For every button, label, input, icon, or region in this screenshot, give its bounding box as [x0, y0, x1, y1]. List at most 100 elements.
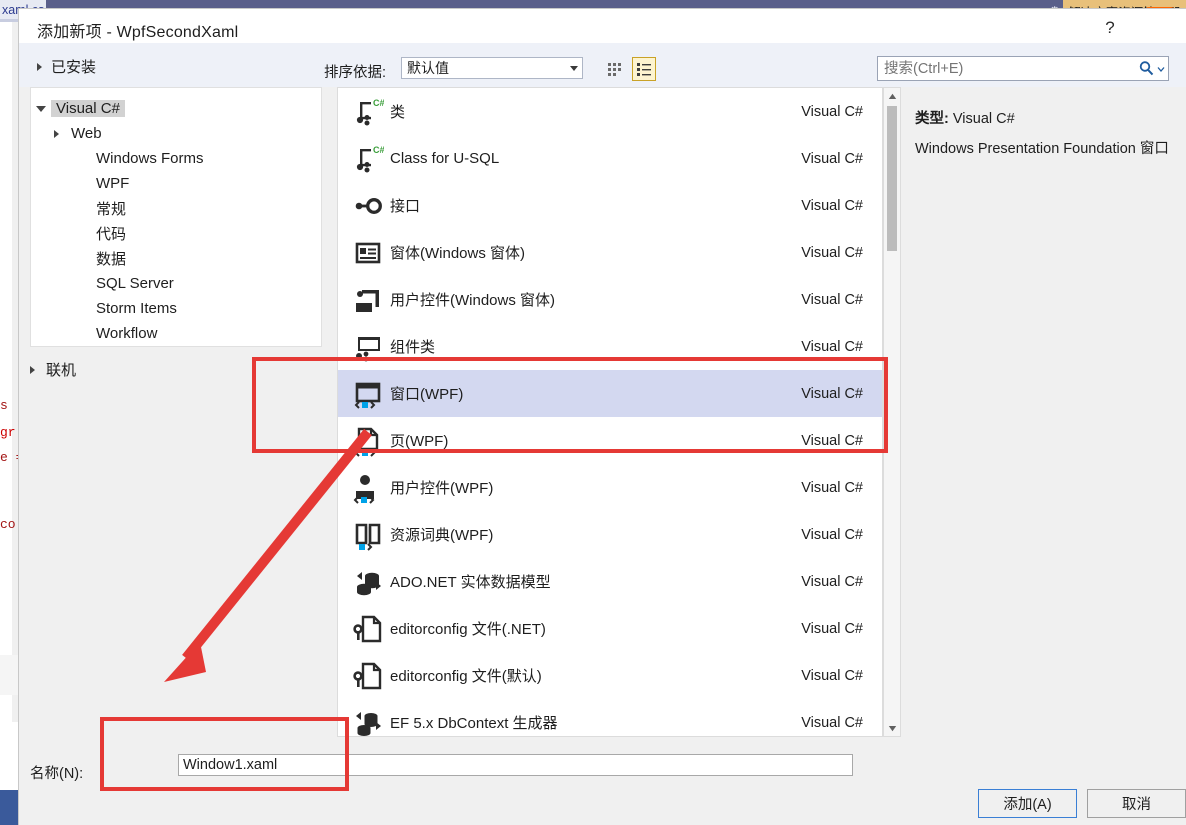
interface-icon	[355, 197, 382, 214]
template-name: 窗体(Windows 窗体)	[390, 245, 526, 262]
template-name: 组件类	[390, 339, 436, 356]
template-row[interactable]: 窗体(Windows 窗体) Visual C#	[338, 229, 882, 276]
categories-tree-panel: Visual C# Web Windows Forms WPF 常规代码数据 SQL Se…	[30, 87, 322, 347]
tree-expander[interactable]	[31, 105, 51, 112]
template-language: Visual C#	[801, 338, 863, 355]
tree-item-7[interactable]: SQL Server	[31, 271, 321, 296]
tree-item-6[interactable]: 数据	[31, 246, 321, 271]
help-icon[interactable]: ?	[1097, 17, 1123, 39]
tree-expander[interactable]	[46, 129, 66, 138]
svg-text:C#: C#	[373, 145, 384, 155]
template-list: C# 类 Visual C# C# Class for U-SQL Visual C# 接口…	[337, 87, 883, 737]
tree-item-2[interactable]: Windows Forms	[31, 146, 321, 171]
chevron-down-icon[interactable]	[36, 105, 46, 112]
grid-view-icon	[608, 63, 621, 76]
tree-item-label: 常规	[96, 201, 127, 218]
installed-label: 已安装	[51, 59, 97, 76]
template-icon-wrap	[346, 327, 390, 367]
template-name: 页(WPF)	[390, 433, 449, 450]
template-row[interactable]: 接口 Visual C#	[338, 182, 882, 229]
template-row[interactable]: ADO.NET 实体数据模型 Visual C#	[338, 558, 882, 605]
detail-type-label: 类型:	[915, 111, 949, 127]
template-language: Visual C#	[801, 526, 863, 543]
template-name: editorconfig 文件(默认)	[390, 668, 542, 685]
template-row[interactable]: 资源词典(WPF) Visual C#	[338, 511, 882, 558]
template-icon-wrap	[346, 280, 390, 320]
installed-section-header[interactable]: 已安装	[37, 56, 96, 77]
tree-item-label: Windows Forms	[96, 150, 204, 167]
template-row[interactable]: editorconfig 文件(默认) Visual C#	[338, 652, 882, 699]
grid-view-button[interactable]	[603, 57, 627, 81]
template-list-scrollbar[interactable]	[883, 87, 901, 737]
tree-item-1[interactable]: Web	[31, 121, 321, 146]
svg-text:C#: C#	[373, 98, 384, 108]
sort-by-dropdown[interactable]: 默认值	[401, 57, 583, 79]
sort-by-label: 排序依据:	[324, 65, 387, 81]
search-icon-group[interactable]	[1134, 60, 1168, 77]
online-label: 联机	[46, 362, 77, 379]
ado-net-icon	[357, 571, 381, 595]
chevron-right-icon[interactable]	[53, 129, 59, 138]
template-icon-wrap	[346, 186, 390, 226]
tree-item-0[interactable]: Visual C#	[31, 96, 321, 121]
scroll-up-icon[interactable]	[884, 88, 900, 104]
template-icon-wrap	[346, 233, 390, 273]
tree-item-4[interactable]: 常规	[31, 196, 321, 221]
template-row[interactable]: editorconfig 文件(.NET) Visual C#	[338, 605, 882, 652]
details-panel: 类型: Visual C# Windows Presentation Found…	[905, 87, 1186, 737]
template-icon-wrap	[346, 515, 390, 555]
template-name: 类	[390, 104, 406, 121]
search-input[interactable]	[878, 59, 1134, 78]
search-box[interactable]	[877, 56, 1169, 81]
editorconfig-icon	[353, 615, 382, 642]
list-view-button[interactable]	[632, 57, 656, 81]
name-input[interactable]	[178, 754, 853, 776]
usercontrol-winforms-icon	[356, 289, 379, 312]
chevron-right-icon	[30, 365, 35, 374]
detail-description: Windows Presentation Foundation 窗口	[915, 141, 1169, 157]
chevron-down-icon	[37, 62, 42, 71]
template-icon-wrap	[346, 421, 390, 461]
wpf-window-icon	[354, 382, 381, 409]
detail-type-row: 类型: Visual C#	[915, 107, 1015, 128]
list-view-icon	[637, 63, 651, 76]
template-language: Visual C#	[801, 620, 863, 637]
online-section-header[interactable]: 联机	[30, 359, 76, 380]
template-row[interactable]: 窗口(WPF) Visual C#	[338, 370, 882, 417]
template-row[interactable]: EF 5.x DbContext 生成器 Visual C#	[338, 699, 882, 736]
categories-tree: Visual C# Web Windows Forms WPF 常规代码数据 SQL Se…	[31, 88, 321, 346]
template-row[interactable]: C# Class for U-SQL Visual C#	[338, 135, 882, 182]
tree-item-label: Workflow	[96, 325, 158, 342]
template-language: Visual C#	[801, 667, 863, 684]
editorconfig-icon	[353, 662, 382, 689]
cancel-button[interactable]: 取消	[1087, 789, 1186, 818]
code-fragment: co	[0, 517, 16, 532]
template-row[interactable]: C# 类 Visual C#	[338, 88, 882, 135]
template-language: Visual C#	[801, 244, 863, 261]
tree-item-8[interactable]: Storm Items	[31, 296, 321, 321]
dialog-title: 添加新项 - WpfSecondXaml	[37, 24, 239, 41]
component-icon	[356, 336, 380, 361]
scrollbar-thumb[interactable]	[887, 106, 897, 251]
template-row[interactable]: 用户控件(WPF) Visual C#	[338, 464, 882, 511]
tree-item-label: 数据	[96, 251, 127, 268]
template-language: Visual C#	[801, 432, 863, 449]
template-row[interactable]: 组件类 Visual C#	[338, 323, 882, 370]
tree-item-9[interactable]: Workflow	[31, 321, 321, 346]
tree-item-3[interactable]: WPF	[31, 171, 321, 196]
template-name: ADO.NET 实体数据模型	[390, 574, 551, 591]
add-button[interactable]: 添加(A)	[978, 789, 1077, 818]
chevron-down-icon	[1157, 66, 1164, 72]
template-row[interactable]: 用户控件(Windows 窗体) Visual C#	[338, 276, 882, 323]
tree-item-label: 代码	[96, 226, 127, 243]
template-language: Visual C#	[801, 103, 863, 120]
name-label: 名称(N):	[30, 766, 84, 782]
template-language: Visual C#	[801, 150, 863, 167]
template-icon-wrap: C#	[346, 92, 390, 132]
template-row[interactable]: 页(WPF) Visual C#	[338, 417, 882, 464]
tree-item-5[interactable]: 代码	[31, 221, 321, 246]
template-name: EF 5.x DbContext 生成器	[390, 715, 558, 732]
template-name: 接口	[390, 198, 421, 215]
template-language: Visual C#	[801, 385, 863, 402]
scroll-down-icon[interactable]	[884, 720, 900, 736]
